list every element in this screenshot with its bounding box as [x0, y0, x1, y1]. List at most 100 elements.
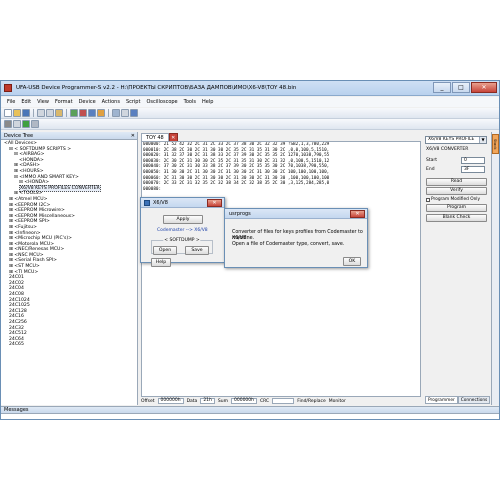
- programmer-tabs: Programmer Connections: [425, 396, 491, 404]
- paste-icon[interactable]: [55, 109, 63, 117]
- tree-item-label: ⊞ <EEPROM I2C>: [9, 202, 51, 208]
- minimize-button[interactable]: _: [433, 82, 451, 93]
- close-button[interactable]: ✕: [471, 82, 497, 93]
- read-button[interactable]: Read: [426, 178, 487, 186]
- device-tree: <All Devices> ⊟ < SOFTDUMP SCRIPTS > ⊟ <AI…: [1, 140, 137, 348]
- open-button[interactable]: Open: [153, 246, 177, 255]
- tree-item-label: ⊞ <EEPROM SPI>: [9, 219, 50, 225]
- usrprogs-dialog-title: usrprogs: [229, 211, 251, 217]
- menu-help[interactable]: Help: [199, 99, 216, 105]
- script-select[interactable]: X6/V8 KEYS PROFILE ▼: [425, 136, 487, 144]
- hex-editor[interactable]: 000000: 21 52 42 32 2C 31 2C 33 2C 37 38…: [141, 141, 421, 397]
- app-icon: [4, 84, 12, 92]
- x6-v8-dialog-title-bar: X6/V8 ✕: [141, 198, 224, 208]
- tree-item-label: ⊞ <EEPROM Miscellaneous>: [9, 213, 76, 219]
- x6-v8-dialog-title: X6/V8: [153, 200, 168, 206]
- tree-item-label: ⊞ <DASH>: [14, 163, 40, 169]
- tab-connections[interactable]: Connections: [457, 396, 491, 404]
- tree-item-label: ⊞ <EEPROM Microwire>: [9, 208, 65, 214]
- maximize-button[interactable]: □: [452, 82, 470, 93]
- menu-tools[interactable]: Tools: [181, 99, 199, 105]
- tree-item[interactable]: 24C65: [4, 342, 137, 348]
- oscilloscope-icon[interactable]: [22, 120, 30, 128]
- window-title: UFA-USB Device Programmer-S v2.2 - H:\ПР…: [16, 85, 297, 91]
- crc-label: CRC: [260, 398, 270, 404]
- chevron-down-icon[interactable]: ▼: [479, 137, 486, 143]
- tree-item-label: ⊞ <Fujitsu>: [9, 224, 37, 230]
- tree-item-label: ⊞ <Microchip MCU (PIC's)>: [9, 236, 73, 242]
- menu-view[interactable]: View: [34, 99, 52, 105]
- menu-oscilloscope[interactable]: Oscilloscope: [143, 99, 180, 105]
- menu-edit[interactable]: Edit: [18, 99, 34, 105]
- cut-icon[interactable]: [37, 109, 45, 117]
- offset-label: Offset: [141, 398, 155, 404]
- copy-icon[interactable]: [46, 109, 54, 117]
- script-icon[interactable]: [13, 120, 21, 128]
- settings-icon[interactable]: [31, 120, 39, 128]
- tree-item-label: ⊞ <TOOLS>: [14, 191, 43, 197]
- tree-item-label: ⊞ <TI MCU>: [9, 269, 39, 275]
- tree-item-label: 24C512: [9, 331, 27, 337]
- checkbox-box[interactable]: [426, 197, 430, 202]
- app-window: UFA-USB Device Programmer-S v2.2 - H:\ПР…: [0, 80, 500, 420]
- crc-field[interactable]: [272, 398, 295, 404]
- close-icon[interactable]: ✕: [131, 132, 135, 140]
- menu-device[interactable]: Device: [76, 99, 99, 105]
- verify-button[interactable]: Verify: [426, 187, 487, 195]
- end-label: End: [426, 167, 435, 172]
- softdump-group-label: < SOFTDUMP >: [163, 238, 201, 243]
- codemaster-to-x6v8-option[interactable]: Codemaster --> X6/V8: [157, 228, 208, 233]
- blank-check-button[interactable]: Blank Check: [426, 214, 487, 222]
- program-button[interactable]: Program: [426, 204, 487, 212]
- close-icon[interactable]: ✕: [207, 199, 222, 207]
- verify-chip-icon[interactable]: [88, 109, 96, 117]
- sum-field[interactable]: 000000h: [230, 398, 258, 404]
- messages-title: Messages: [4, 407, 29, 413]
- tree-item-label: 24C32: [9, 325, 24, 331]
- offset-field[interactable]: 000000h: [157, 398, 184, 404]
- data-label: Data: [186, 398, 198, 404]
- chip-icon[interactable]: [4, 120, 12, 128]
- start-label: Start: [426, 158, 437, 163]
- tab-toy-48[interactable]: TOY 48: [141, 133, 169, 141]
- search-icon[interactable]: [121, 109, 129, 117]
- help-icon[interactable]: [130, 109, 138, 117]
- end-input[interactable]: 3F: [461, 166, 485, 173]
- main-toolbar: [1, 108, 499, 119]
- help-button[interactable]: Help: [151, 258, 171, 267]
- menu-file[interactable]: File: [4, 99, 18, 105]
- open-folder-icon[interactable]: [13, 109, 21, 117]
- script-select-value: X6/V8 KEYS PROFILE: [428, 137, 475, 142]
- new-file-icon[interactable]: [4, 109, 12, 117]
- menu-actions[interactable]: Actions: [99, 99, 123, 105]
- find-replace-button[interactable]: Find/Replace: [297, 399, 326, 404]
- menu-bar: File Edit View Format Device Actions Scr…: [1, 97, 499, 107]
- monitor-button[interactable]: Monitor: [329, 399, 346, 404]
- tab-programmer[interactable]: Programmer: [425, 396, 458, 404]
- side-tab[interactable]: Stack: [492, 134, 499, 154]
- read-chip-icon[interactable]: [70, 109, 78, 117]
- calculator-icon[interactable]: [112, 109, 120, 117]
- save-icon[interactable]: [22, 109, 30, 117]
- write-chip-icon[interactable]: [79, 109, 87, 117]
- menu-format[interactable]: Format: [52, 99, 76, 105]
- tree-item-label: 24C1025: [9, 303, 30, 309]
- erase-chip-icon[interactable]: [97, 109, 105, 117]
- program-modified-checkbox[interactable]: Program Modified Only: [426, 197, 480, 202]
- document-tabs: TOY 48 ✕: [141, 132, 421, 141]
- data-field[interactable]: 21h: [200, 398, 215, 404]
- title-bar: UFA-USB Device Programmer-S v2.2 - H:\ПР…: [1, 81, 499, 96]
- hex-row[interactable]: 000080:: [142, 187, 420, 193]
- tree-item-label: ⊞ <Serial Flash SPI>: [9, 258, 58, 264]
- save-button[interactable]: Save: [185, 246, 209, 255]
- start-input[interactable]: 0: [461, 157, 485, 164]
- close-icon[interactable]: ✕: [350, 210, 365, 218]
- tree-item-label: ⊟ < SOFTDUMP SCRIPTS >: [9, 146, 72, 152]
- device-tree-title: Device Tree: [4, 133, 34, 139]
- tree-item-label: ⊞ <Atmel MCU>: [9, 196, 48, 202]
- menu-script[interactable]: Script: [123, 99, 144, 105]
- apply-button[interactable]: Apply: [163, 215, 203, 224]
- secondary-toolbar: [1, 119, 499, 130]
- ok-button[interactable]: OK: [343, 257, 361, 266]
- close-icon[interactable]: ✕: [168, 133, 178, 141]
